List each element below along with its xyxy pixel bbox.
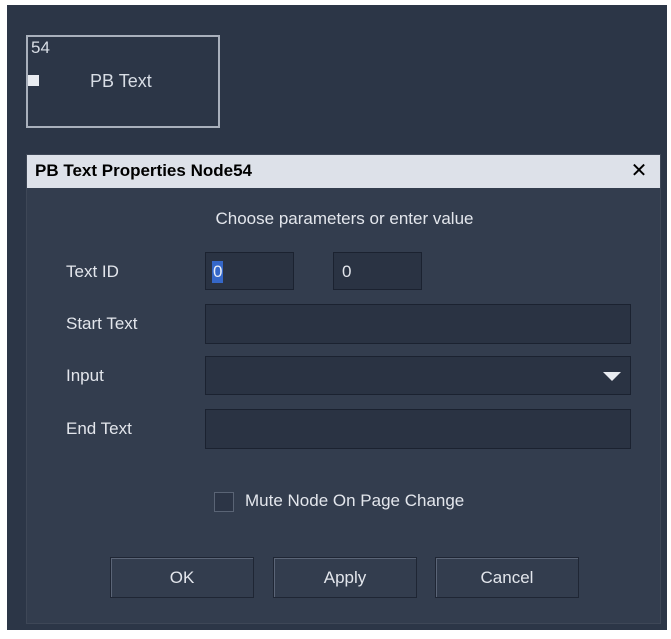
end-text-label: End Text bbox=[66, 419, 132, 438]
chevron-down-icon bbox=[603, 372, 621, 381]
end-text-field[interactable] bbox=[205, 409, 631, 449]
dialog-title: PB Text Properties Node54 bbox=[35, 161, 252, 180]
text-id-label: Text ID bbox=[66, 262, 119, 281]
mute-node-checkbox[interactable] bbox=[214, 492, 234, 512]
node-id: 54 bbox=[31, 38, 50, 57]
apply-button[interactable]: Apply bbox=[273, 557, 417, 598]
text-id-field-1[interactable]: 0 bbox=[205, 252, 294, 290]
properties-dialog: PB Text Properties Node54 ✕ Choose param… bbox=[26, 154, 661, 624]
node-label: PB Text bbox=[90, 71, 152, 91]
text-id-value-1: 0 bbox=[212, 261, 224, 283]
start-text-field[interactable] bbox=[205, 304, 631, 344]
cancel-button[interactable]: Cancel bbox=[435, 557, 579, 598]
input-select[interactable] bbox=[205, 356, 631, 395]
node-input-port[interactable] bbox=[28, 75, 39, 86]
dialog-subtitle: Choose parameters or enter value bbox=[215, 209, 474, 228]
input-label: Input bbox=[66, 366, 104, 385]
mute-node-label[interactable]: Mute Node On Page Change bbox=[245, 491, 464, 511]
pb-text-node[interactable]: 54 PB Text bbox=[26, 35, 220, 128]
dropdown-button[interactable] bbox=[594, 357, 630, 394]
text-id-field-2[interactable]: 0 bbox=[333, 252, 422, 290]
start-text-label: Start Text bbox=[66, 314, 138, 333]
ok-button[interactable]: OK bbox=[110, 557, 254, 598]
dialog-titlebar[interactable]: PB Text Properties Node54 ✕ bbox=[27, 155, 660, 188]
text-id-value-2: 0 bbox=[342, 262, 352, 281]
node-canvas[interactable]: 54 PB Text PB Text Properties Node54 ✕ C… bbox=[7, 5, 667, 630]
close-icon[interactable]: ✕ bbox=[628, 159, 650, 183]
